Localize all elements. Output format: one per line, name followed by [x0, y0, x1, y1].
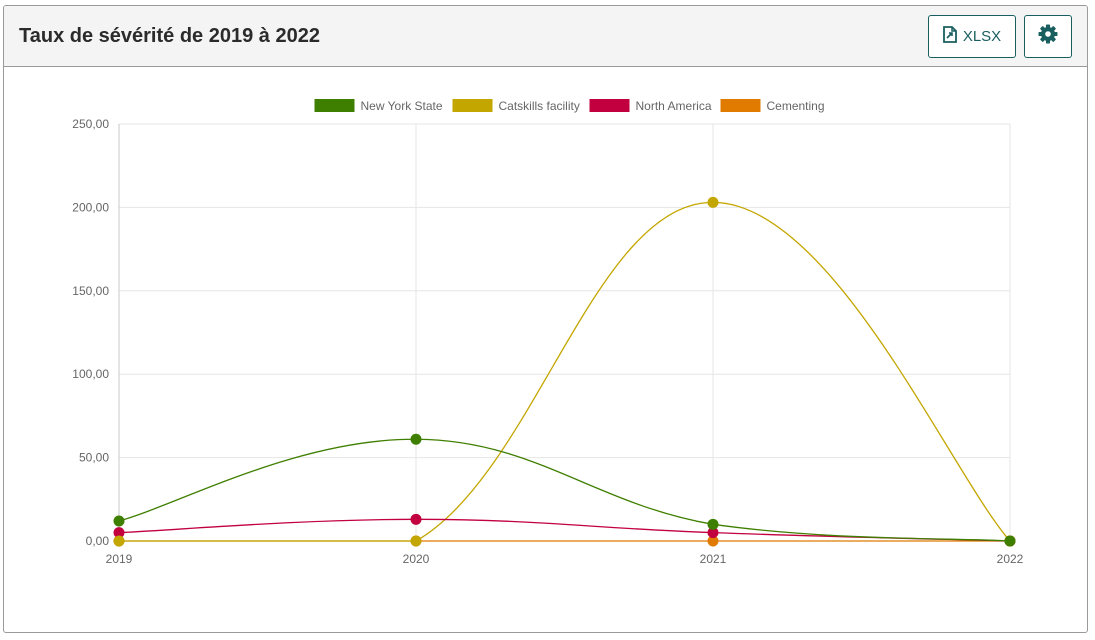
legend-swatch: [314, 99, 355, 112]
data-point[interactable]: [113, 535, 125, 547]
settings-button[interactable]: [1024, 14, 1072, 58]
page-title: Taux de sévérité de 2019 à 2022: [19, 24, 320, 47]
legend-label: North America: [636, 99, 712, 113]
chart-area: 0,00 50,00 100,00 150,00 200,00 250,00 2019 202…: [4, 67, 1087, 632]
data-point[interactable]: [113, 515, 125, 527]
y-tick-label: 200,00: [72, 200, 109, 214]
export-xlsx-button[interactable]: XLSX: [928, 14, 1016, 58]
line-chart: 0,00 50,00 100,00 150,00 200,00 250,00 2019 202…: [72, 99, 1024, 566]
series-line: [118, 438, 1011, 542]
legend-swatch: [589, 99, 630, 112]
legend-label: Catskills facility: [499, 99, 580, 113]
file-export-icon: [942, 25, 957, 47]
legend-swatch: [720, 99, 761, 112]
data-point[interactable]: [707, 518, 719, 530]
legend-swatch: [452, 99, 493, 112]
legend-label: New York State: [361, 99, 443, 113]
legend-label: Cementing: [767, 99, 825, 113]
y-tick-label: 150,00: [72, 284, 109, 298]
data-point[interactable]: [410, 535, 422, 547]
y-tick-label: 100,00: [72, 367, 109, 381]
y-tick-label: 50,00: [79, 451, 109, 465]
data-point[interactable]: [410, 513, 422, 525]
chart-card: Taux de sévérité de 2019 à 2022 XLSX 0,0…: [3, 5, 1088, 633]
series-line: [119, 201, 1011, 542]
export-xlsx-label: XLSX: [962, 27, 1002, 45]
x-tick-label: 2020: [403, 552, 430, 566]
data-point[interactable]: [410, 433, 422, 445]
x-tick-label: 2021: [700, 552, 727, 566]
data-point[interactable]: [1004, 535, 1016, 547]
y-tick-label: 250,00: [72, 117, 109, 131]
x-tick-label: 2022: [997, 552, 1024, 566]
x-tick-label: 2019: [106, 552, 133, 566]
y-tick-label: 0,00: [86, 534, 110, 548]
header-actions: XLSX: [928, 14, 1072, 58]
card-header: Taux de sévérité de 2019 à 2022 XLSX: [4, 6, 1087, 67]
gear-icon: [1038, 24, 1058, 48]
data-point[interactable]: [707, 196, 719, 208]
